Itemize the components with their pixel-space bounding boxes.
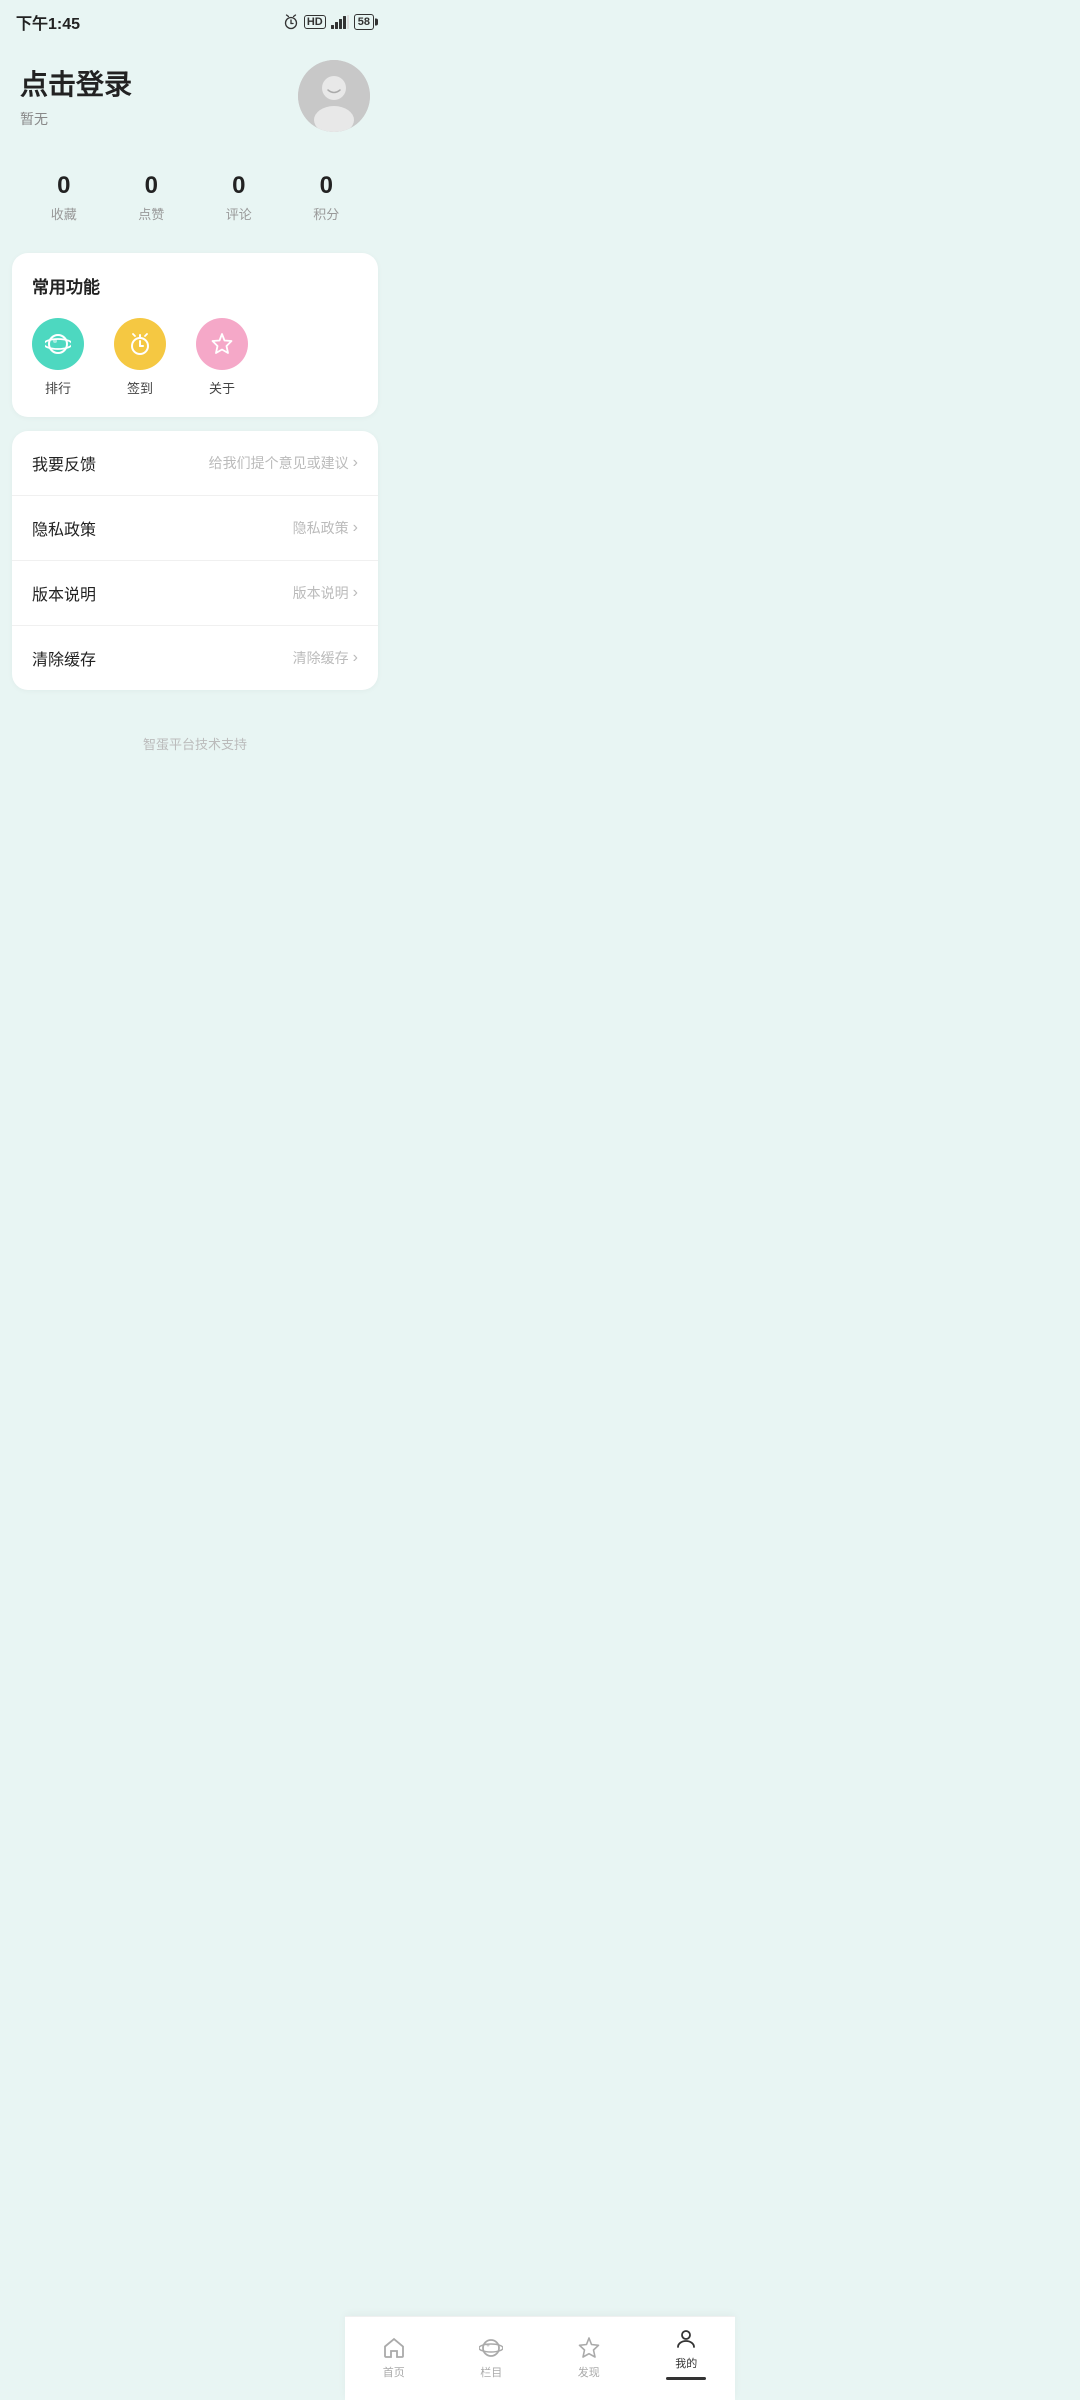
menu-item-feedback-right: 给我们提个意见或建议 › xyxy=(209,453,358,473)
home-icon xyxy=(382,2336,406,2360)
status-icons: HD 58 xyxy=(283,14,374,30)
function-icon-checkin xyxy=(114,318,166,370)
function-item-about[interactable]: 关于 xyxy=(196,318,248,397)
function-label-checkin: 签到 xyxy=(127,378,153,397)
profile-subtitle: 暂无 xyxy=(20,109,132,129)
common-functions-title: 常用功能 xyxy=(32,273,358,298)
stat-item-likes[interactable]: 0 点赞 xyxy=(138,172,164,223)
menu-item-cache[interactable]: 清除缓存 清除缓存 › xyxy=(12,626,378,690)
stat-label-comments: 评论 xyxy=(226,204,252,223)
battery-indicator: 58 xyxy=(354,14,374,30)
menu-item-privacy[interactable]: 隐私政策 隐私政策 › xyxy=(12,496,378,561)
alarm-status-icon xyxy=(283,14,299,30)
function-item-ranking[interactable]: 排行 xyxy=(32,318,84,397)
stat-item-points[interactable]: 0 积分 xyxy=(313,172,339,223)
stat-number-comments: 0 xyxy=(232,172,245,200)
menu-item-cache-desc: 清除缓存 xyxy=(293,648,349,668)
menu-item-version[interactable]: 版本说明 版本说明 › xyxy=(12,561,378,626)
footer-text: 智蛋平台技术支持 xyxy=(0,704,390,773)
menu-item-privacy-right: 隐私政策 › xyxy=(293,518,358,538)
stat-label-likes: 点赞 xyxy=(138,204,164,223)
nav-label-mine: 我的 xyxy=(675,2355,697,2371)
nav-item-home[interactable]: 首页 xyxy=(364,2336,424,2380)
function-icon-ranking xyxy=(32,318,84,370)
function-label-about: 关于 xyxy=(209,378,235,397)
planet-icon xyxy=(45,331,71,357)
menu-item-feedback-label: 我要反馈 xyxy=(32,451,96,475)
star-icon xyxy=(209,331,235,357)
alarm-icon xyxy=(127,331,153,357)
stats-row: 0 收藏 0 点赞 0 评论 0 积分 xyxy=(0,162,390,253)
menu-item-privacy-desc: 隐私政策 xyxy=(293,518,349,538)
nav-active-indicator xyxy=(666,2377,706,2380)
menu-item-cache-label: 清除缓存 xyxy=(32,646,96,670)
columns-icon xyxy=(479,2336,503,2360)
common-functions-card: 常用功能 排行 xyxy=(12,253,378,417)
stat-number-likes: 0 xyxy=(145,172,158,200)
hd-badge: HD xyxy=(304,15,326,29)
function-label-ranking: 排行 xyxy=(45,378,71,397)
chevron-icon-cache: › xyxy=(353,649,358,667)
profile-info: 点击登录 暂无 xyxy=(20,63,132,129)
function-icon-about xyxy=(196,318,248,370)
menu-card: 我要反馈 给我们提个意见或建议 › 隐私政策 隐私政策 › 版本说明 版本说明 … xyxy=(12,431,378,690)
bottom-nav: 首页 栏目 发现 我的 xyxy=(345,2316,735,2400)
chevron-icon-privacy: › xyxy=(353,519,358,537)
menu-item-feedback[interactable]: 我要反馈 给我们提个意见或建议 › xyxy=(12,431,378,496)
avatar[interactable] xyxy=(298,60,370,132)
nav-item-discover[interactable]: 发现 xyxy=(559,2336,619,2380)
signal-icon xyxy=(331,15,349,29)
status-bar: 下午1:45 HD 58 xyxy=(0,0,390,40)
nav-label-columns: 栏目 xyxy=(480,2364,502,2380)
stat-label-favorites: 收藏 xyxy=(51,204,77,223)
menu-item-version-right: 版本说明 › xyxy=(293,583,358,603)
stat-label-points: 积分 xyxy=(313,204,339,223)
stat-item-comments[interactable]: 0 评论 xyxy=(226,172,252,223)
menu-item-version-label: 版本说明 xyxy=(32,581,96,605)
mine-icon xyxy=(674,2327,698,2351)
nav-label-home: 首页 xyxy=(383,2364,405,2380)
chevron-icon-feedback: › xyxy=(353,454,358,472)
avatar-svg xyxy=(298,60,370,132)
menu-item-privacy-label: 隐私政策 xyxy=(32,516,96,540)
functions-grid: 排行 签到 xyxy=(32,318,358,397)
status-time: 下午1:45 xyxy=(16,10,80,34)
chevron-icon-version: › xyxy=(353,584,358,602)
profile-title[interactable]: 点击登录 xyxy=(20,63,132,103)
nav-label-discover: 发现 xyxy=(578,2364,600,2380)
menu-item-feedback-desc: 给我们提个意见或建议 xyxy=(209,453,349,473)
profile-section[interactable]: 点击登录 暂无 xyxy=(0,40,390,162)
nav-item-columns[interactable]: 栏目 xyxy=(461,2336,521,2380)
menu-item-version-desc: 版本说明 xyxy=(293,583,349,603)
menu-item-cache-right: 清除缓存 › xyxy=(293,648,358,668)
stat-item-favorites[interactable]: 0 收藏 xyxy=(51,172,77,223)
function-item-checkin[interactable]: 签到 xyxy=(114,318,166,397)
nav-item-mine[interactable]: 我的 xyxy=(656,2327,716,2380)
discover-icon xyxy=(577,2336,601,2360)
stat-number-points: 0 xyxy=(320,172,333,200)
stat-number-favorites: 0 xyxy=(57,172,70,200)
